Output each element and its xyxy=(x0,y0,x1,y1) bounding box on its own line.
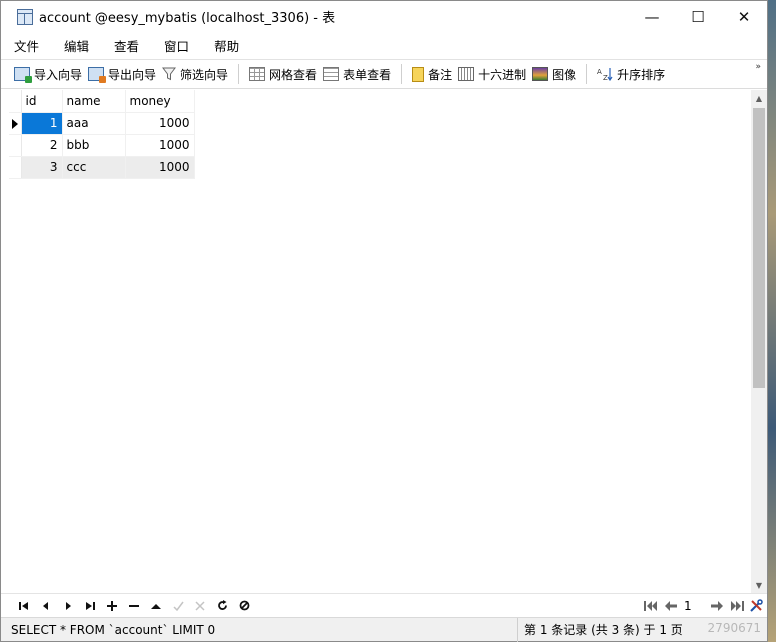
menu-file[interactable]: 文件 xyxy=(1,36,51,55)
window-controls: — ☐ ✕ xyxy=(629,1,767,32)
filter-wizard-button[interactable]: 筛选向导 xyxy=(160,62,232,86)
desktop-background xyxy=(768,0,776,642)
filter-wizard-label: 筛选向导 xyxy=(180,67,229,82)
row-indicator[interactable] xyxy=(9,112,22,135)
record-navigation-bar: 1 xyxy=(1,593,767,617)
add-record-icon[interactable] xyxy=(101,596,123,616)
hex-label: 十六进制 xyxy=(478,67,527,82)
cell-id[interactable]: 1 xyxy=(21,112,63,135)
data-table: id name money 1 aaa 1000 2 bbb 1000 3 cc… xyxy=(9,90,195,179)
sql-query-text: SELECT * FROM `account` LIMIT 0 xyxy=(11,622,216,637)
column-header-id[interactable]: id xyxy=(21,90,63,113)
menu-view[interactable]: 查看 xyxy=(101,36,151,55)
window-title: account @eesy_mybatis (localhost_3306) -… xyxy=(39,11,336,26)
sort-ascending-icon: AZ xyxy=(597,67,613,82)
cell-money[interactable]: 1000 xyxy=(125,156,195,179)
table-header-row: id name money xyxy=(9,90,195,113)
page-settings-icon[interactable] xyxy=(747,597,765,615)
table-row[interactable]: 1 aaa 1000 xyxy=(9,112,195,135)
grid-icon xyxy=(249,67,266,81)
toolbar-separator xyxy=(401,64,403,84)
form-view-button[interactable]: 表单查看 xyxy=(321,62,395,86)
grid-view-button[interactable]: 网格查看 xyxy=(247,62,321,86)
close-button[interactable]: ✕ xyxy=(721,1,767,32)
cell-name[interactable]: aaa xyxy=(62,112,126,135)
previous-record-icon[interactable] xyxy=(35,596,57,616)
status-bar: SELECT * FROM `account` LIMIT 0 第 1 条记录 … xyxy=(1,617,767,642)
form-view-label: 表单查看 xyxy=(343,67,392,82)
note-label: 备注 xyxy=(428,67,453,82)
menu-window[interactable]: 窗口 xyxy=(151,36,201,55)
image-icon xyxy=(532,67,549,81)
table-row[interactable]: 2 bbb 1000 xyxy=(9,134,195,157)
toolbar-separator xyxy=(238,64,240,84)
title-bar: account @eesy_mybatis (localhost_3306) -… xyxy=(1,1,767,32)
toolbar-overflow-icon[interactable]: » xyxy=(755,62,761,73)
import-wizard-label: 导入向导 xyxy=(34,67,83,82)
note-button[interactable]: 备注 xyxy=(410,62,456,86)
row-header-corner xyxy=(9,90,22,113)
row-indicator[interactable] xyxy=(9,156,22,179)
apply-changes-icon[interactable] xyxy=(167,596,189,616)
import-wizard-button[interactable]: 导入向导 xyxy=(12,62,86,86)
scroll-up-icon[interactable]: ▲ xyxy=(751,90,767,106)
row-indicator[interactable] xyxy=(9,134,22,157)
current-row-arrow-icon xyxy=(12,118,18,129)
export-wizard-label: 导出向导 xyxy=(108,67,157,82)
last-record-icon[interactable] xyxy=(79,596,101,616)
hex-icon xyxy=(458,67,475,81)
next-record-icon[interactable] xyxy=(57,596,79,616)
cell-money[interactable]: 1000 xyxy=(125,134,195,157)
cell-id[interactable]: 3 xyxy=(21,156,63,179)
filter-icon xyxy=(162,67,177,81)
export-icon xyxy=(88,67,107,83)
note-icon xyxy=(412,66,425,82)
stop-icon[interactable] xyxy=(233,596,255,616)
watermark-text: 2790671 xyxy=(707,621,761,635)
discard-changes-icon[interactable] xyxy=(189,596,211,616)
table-row[interactable]: 3 ccc 1000 xyxy=(9,156,195,179)
svg-text:A: A xyxy=(597,68,602,76)
toolbar: 导入向导 导出向导 筛选向导 网格查看 表单查看 备注 十六进制 图像 A Z … xyxy=(1,59,767,89)
vertical-scrollbar[interactable]: ▲ ▼ xyxy=(751,90,767,593)
menu-bar: 文件 编辑 查看 窗口 帮助 xyxy=(1,32,767,59)
record-info: 第 1 条记录 (共 3 条) 于 1 页 xyxy=(517,617,683,642)
refresh-icon[interactable] xyxy=(211,596,233,616)
table-icon xyxy=(17,8,33,25)
import-icon xyxy=(14,67,32,83)
last-page-icon[interactable] xyxy=(727,597,747,615)
form-icon xyxy=(323,67,340,81)
scroll-down-icon[interactable]: ▼ xyxy=(751,577,767,593)
svg-text:Z: Z xyxy=(603,74,608,81)
data-grid[interactable]: id name money 1 aaa 1000 2 bbb 1000 3 cc… xyxy=(1,90,751,593)
toolbar-separator xyxy=(586,64,588,84)
page-navigator: 1 xyxy=(641,596,765,616)
column-header-name[interactable]: name xyxy=(62,90,126,113)
move-up-icon[interactable] xyxy=(145,596,167,616)
column-header-money[interactable]: money xyxy=(125,90,195,113)
page-number-input[interactable]: 1 xyxy=(681,597,707,615)
cell-id[interactable]: 2 xyxy=(21,134,63,157)
image-label: 图像 xyxy=(552,67,577,82)
first-page-icon[interactable] xyxy=(641,597,661,615)
previous-page-icon[interactable] xyxy=(661,597,681,615)
grid-view-label: 网格查看 xyxy=(269,67,318,82)
image-button[interactable]: 图像 xyxy=(530,62,580,86)
cell-name[interactable]: ccc xyxy=(62,156,126,179)
cell-money[interactable]: 1000 xyxy=(125,112,195,135)
delete-record-icon[interactable] xyxy=(123,596,145,616)
cell-name[interactable]: bbb xyxy=(62,134,126,157)
hex-button[interactable]: 十六进制 xyxy=(456,62,530,86)
sort-ascending-button[interactable]: AZ 升序排序 xyxy=(595,62,669,86)
menu-edit[interactable]: 编辑 xyxy=(51,36,101,55)
export-wizard-button[interactable]: 导出向导 xyxy=(86,62,160,86)
scroll-thumb[interactable] xyxy=(753,108,765,388)
first-record-icon[interactable] xyxy=(13,596,35,616)
app-window: account @eesy_mybatis (localhost_3306) -… xyxy=(0,0,768,642)
next-page-icon[interactable] xyxy=(707,597,727,615)
minimize-button[interactable]: — xyxy=(629,1,675,32)
sort-ascending-label: 升序排序 xyxy=(617,67,666,82)
maximize-button[interactable]: ☐ xyxy=(675,1,721,32)
menu-help[interactable]: 帮助 xyxy=(201,36,251,55)
